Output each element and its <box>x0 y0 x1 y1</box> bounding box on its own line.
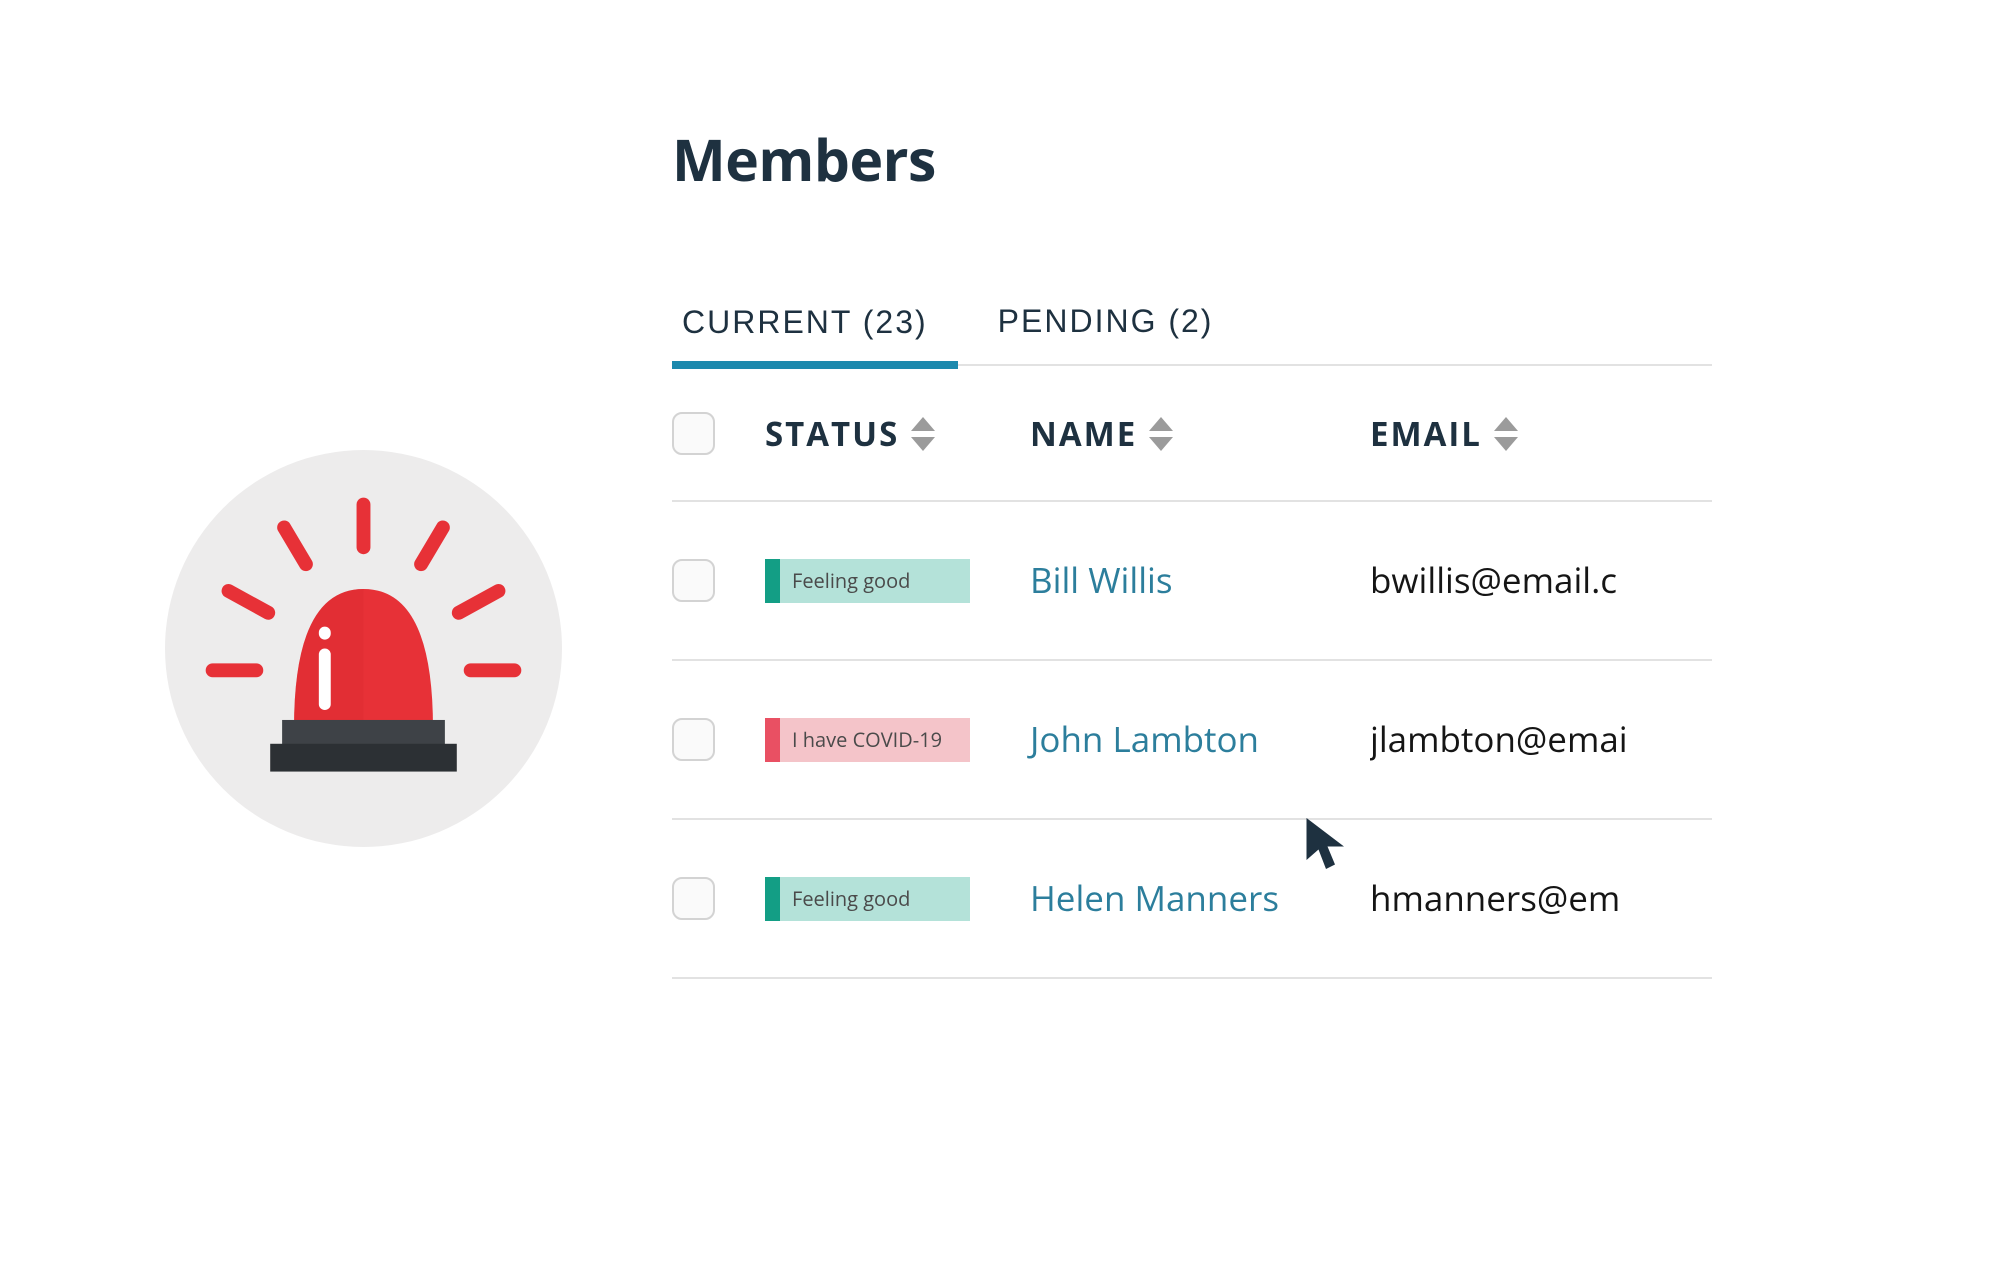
member-name[interactable]: John Lambton <box>1030 716 1370 763</box>
status-label: Feeling good <box>780 559 970 603</box>
column-header-label: NAME <box>1030 411 1137 456</box>
table-row: I have COVID-19 John Lambtonjlambton@emai <box>672 661 1712 820</box>
tab-pending[interactable]: PENDING (2) <box>988 293 1244 364</box>
table-row: Feeling good Helen Mannershmanners@em <box>672 820 1712 979</box>
column-header-label: EMAIL <box>1370 411 1482 456</box>
page-title: Members <box>672 120 1712 198</box>
member-name[interactable]: Helen Manners <box>1030 875 1370 922</box>
member-email: bwillis@email.c <box>1370 557 1712 604</box>
table-row: Feeling good Bill Willisbwillis@email.c <box>672 502 1712 661</box>
table-header: STATUS NAME EMAIL <box>672 366 1712 502</box>
row-checkbox[interactable] <box>672 718 715 761</box>
mouse-cursor-icon <box>1300 815 1355 875</box>
tabs-bar: CURRENT (23) PENDING (2) <box>672 293 1712 366</box>
alarm-illustration <box>165 450 562 847</box>
sort-icon <box>911 417 935 451</box>
member-email: jlambton@emai <box>1370 716 1712 763</box>
status-badge: I have COVID-19 <box>765 718 970 762</box>
tab-current[interactable]: CURRENT (23) <box>672 293 958 369</box>
member-email: hmanners@em <box>1370 875 1712 922</box>
column-header-label: STATUS <box>765 411 899 456</box>
sort-icon <box>1494 417 1518 451</box>
table-body: Feeling good Bill Willisbwillis@email.c I … <box>672 502 1712 979</box>
status-label: I have COVID-19 <box>780 718 970 762</box>
column-header-status[interactable]: STATUS <box>765 411 1030 456</box>
status-badge: Feeling good <box>765 559 970 603</box>
column-header-name[interactable]: NAME <box>1030 411 1370 456</box>
column-header-email[interactable]: EMAIL <box>1370 411 1712 456</box>
row-checkbox[interactable] <box>672 877 715 920</box>
sort-icon <box>1149 417 1173 451</box>
siren-icon <box>165 450 562 847</box>
status-badge: Feeling good <box>765 877 970 921</box>
status-label: Feeling good <box>780 877 970 921</box>
member-name[interactable]: Bill Willis <box>1030 557 1370 604</box>
select-all-checkbox[interactable] <box>672 412 715 455</box>
row-checkbox[interactable] <box>672 559 715 602</box>
